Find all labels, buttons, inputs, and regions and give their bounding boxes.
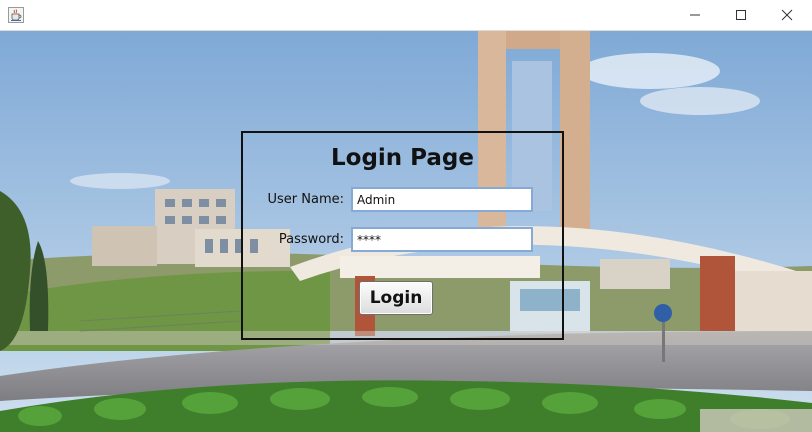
password-label: Password: (278, 232, 344, 247)
login-button[interactable]: Login (359, 281, 433, 315)
login-title: Login Page (330, 145, 474, 171)
java-cup-icon[interactable] (8, 7, 24, 23)
close-button[interactable] (764, 0, 810, 30)
username-input[interactable] (351, 187, 533, 212)
minimize-button[interactable] (672, 0, 718, 30)
window-titlebar (0, 0, 812, 31)
maximize-button[interactable] (718, 0, 764, 30)
maximize-icon (736, 10, 746, 20)
login-panel: Login Page User Name: Password: Login (241, 131, 564, 340)
close-icon (781, 9, 793, 21)
password-input[interactable] (351, 227, 533, 252)
minimize-icon (690, 14, 700, 16)
username-label: User Name: (267, 192, 345, 207)
